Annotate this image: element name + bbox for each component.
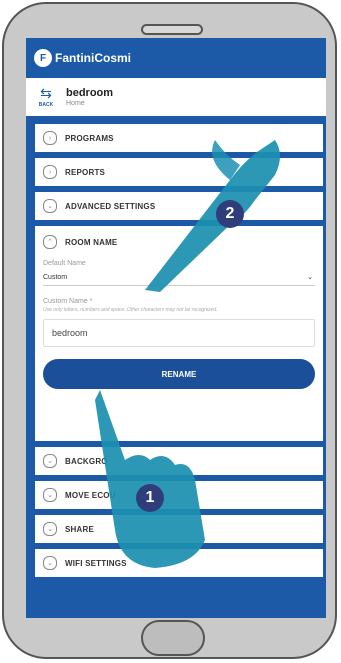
chevron-down-icon: ⌄: [43, 556, 57, 570]
chevron-down-icon: ⌄: [43, 199, 57, 213]
brand-name: FantiniCosmi: [55, 51, 132, 65]
brand-logo: F FantiniCosmi: [34, 49, 131, 67]
room-title-block: bedroom Home: [66, 87, 113, 107]
room-subtitle: Home: [66, 100, 85, 107]
phone-speaker: [141, 24, 203, 35]
back-icon: ⇆: [40, 85, 52, 101]
chevron-right-icon: ›: [43, 165, 57, 179]
chevron-down-icon: ⌄: [43, 454, 57, 468]
chevron-down-icon: ⌄: [43, 488, 57, 502]
step-badge-2: 2: [216, 200, 244, 228]
rename-button[interactable]: RENAME: [43, 359, 315, 389]
room-header: ⇆ BACK bedroom Home: [26, 78, 326, 119]
chevron-down-icon: ⌄: [43, 522, 57, 536]
chevron-down-icon: ⌄: [307, 274, 313, 281]
custom-name-help: Use only letters, numbers and space. Oth…: [43, 307, 218, 313]
step-badge-1: 1: [136, 484, 164, 512]
phone-frame: F FantiniCosmi ⇆ BACK bedroom Home › PRO…: [0, 0, 341, 663]
chevron-right-icon: ›: [43, 131, 57, 145]
menu-item-label: PROGRAMS: [65, 133, 114, 143]
menu-item-label: ROOM NAME: [65, 237, 118, 247]
back-label: BACK: [38, 102, 54, 108]
room-title: bedroom: [66, 87, 114, 99]
pointing-hand-icon: [95, 390, 205, 568]
brand-logo-mark: F: [34, 49, 52, 67]
menu-item-label: REPORTS: [65, 167, 106, 177]
pointing-hand-icon: [145, 140, 280, 292]
custom-name-input[interactable]: bedroom: [43, 319, 315, 347]
menu-item-label: SHARE: [65, 524, 95, 534]
phone-home-button[interactable]: [141, 620, 205, 656]
default-name-value: Custom: [43, 273, 68, 281]
chevron-up-icon: ⌃: [43, 235, 57, 249]
app-header: F FantiniCosmi: [26, 38, 326, 78]
back-button[interactable]: ⇆ BACK: [26, 78, 66, 116]
custom-name-label: Custom Name *: [43, 298, 93, 305]
